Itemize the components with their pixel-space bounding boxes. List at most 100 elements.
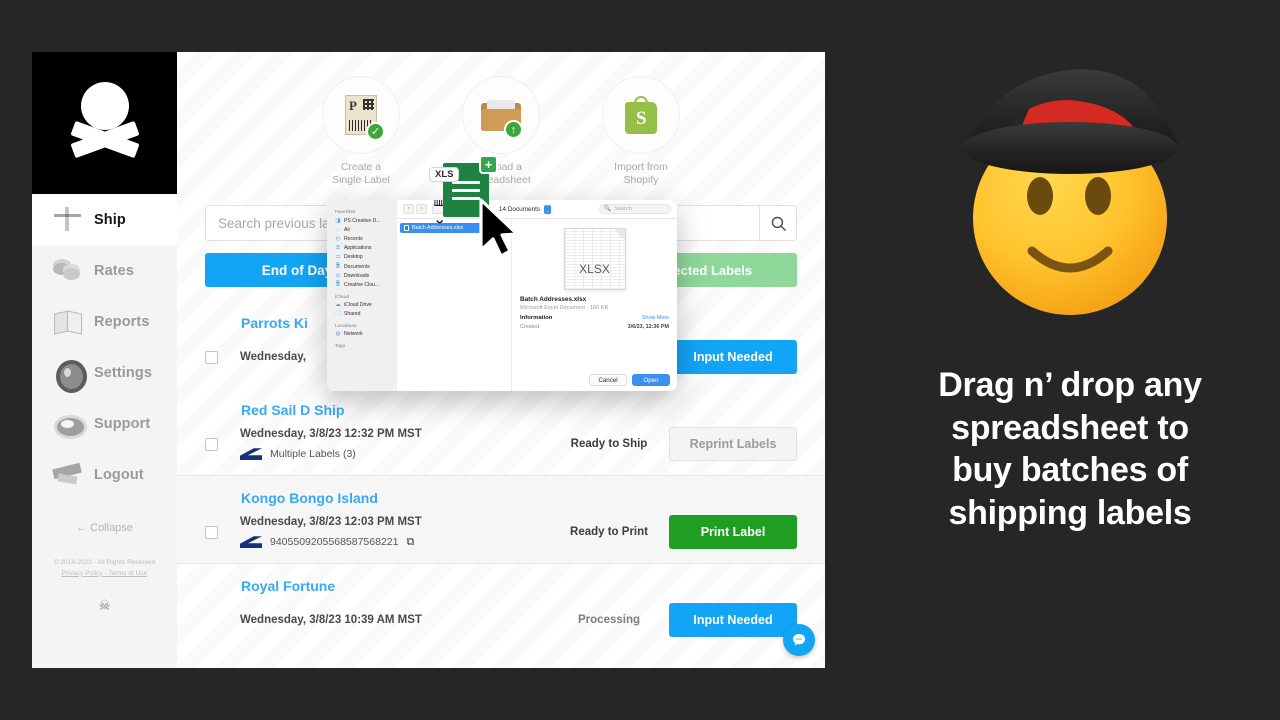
sidebar-item-label: iCloud Drive (344, 302, 372, 309)
copy-tracking-icon[interactable]: ⧉ (406, 536, 414, 549)
shipment-tracking: 9405509205568587568221 (270, 536, 399, 549)
usps-logo-icon (240, 448, 262, 461)
table-row[interactable]: Kongo Bongo Island Wednesday, 3/8/23 12:… (177, 475, 825, 565)
shipment-status: Ready to Ship (570, 438, 648, 451)
sidebar-item-rates[interactable]: Rates (32, 245, 177, 296)
shipment-status: Ready to Print (570, 526, 648, 539)
sidebar-item-label: Creative Clou... (344, 281, 380, 288)
plus-badge-icon: + (479, 155, 498, 174)
sidebar-item-settings[interactable]: Settings (32, 347, 177, 398)
sidebar-item-label: Shared (344, 311, 361, 318)
sidebar-item-shared[interactable]: 🗀 Shared (332, 310, 397, 319)
xls-tag-label: XLS (429, 167, 460, 182)
sidebar-item-network[interactable]: ◍ Network (332, 330, 397, 339)
create-single-label-action[interactable]: P ✓ Create a Single Label (307, 76, 415, 187)
sidebar-item-label: PS Creative D... (344, 217, 381, 224)
sidebar-item-ps-creative[interactable]: ◨ PS Creative D... (332, 216, 397, 225)
quick-action-line1: Import from (614, 161, 668, 173)
sidebar-item-icloud-drive[interactable]: ☁ iCloud Drive (332, 301, 397, 310)
sidebar-item-desktop[interactable]: ▭ Desktop (332, 253, 397, 262)
row-checkbox[interactable] (205, 525, 218, 539)
cancel-button[interactable]: Cancel (589, 374, 627, 386)
app-sidebar: Ship Rates Reports Settings Support Logo… (32, 52, 177, 668)
information-heading: Information (520, 315, 553, 321)
shipping-label-icon: P ✓ (322, 76, 400, 154)
search-icon (771, 216, 786, 231)
life-ring-icon (52, 409, 87, 439)
sidebar-item-label: Desktop (344, 254, 363, 261)
pirate-smiley-emoji (940, 48, 1200, 338)
chevron-left-icon[interactable]: ‹ (403, 204, 414, 214)
input-needed-button[interactable]: Input Needed (669, 603, 797, 638)
chat-bubble-icon[interactable] (783, 624, 815, 656)
clock-icon: ◴ (335, 235, 341, 242)
input-needed-button[interactable]: Input Needed (669, 340, 797, 375)
sidebar-item-label: Recents (344, 235, 363, 242)
sidebar-item-documents[interactable]: 🗎 Documents (332, 262, 397, 271)
sidebar-item-recents[interactable]: ◴ Recents (332, 234, 397, 243)
network-icon: ◍ (335, 331, 341, 338)
row-checkbox[interactable] (205, 350, 218, 364)
headline-line-2: spreadsheet to (951, 408, 1189, 447)
quick-action-line2: Single Label (332, 174, 390, 187)
legal-links[interactable]: Privacy Policy - Terms of Use (32, 570, 177, 577)
sidebar-item-label: Applications (344, 245, 372, 252)
headline-line-1: Drag n’ drop any (938, 366, 1202, 404)
sidebar-item-label: Ship (94, 211, 126, 228)
xlsx-file-icon (404, 225, 409, 231)
promo-headline: Drag n’ drop any spreadsheet to buy batc… (938, 364, 1202, 534)
cloud-icon: ☁ (335, 302, 341, 309)
sidebar-item-downloads[interactable]: ⊙ Downloads (332, 271, 397, 280)
sidebar-item-reports[interactable]: Reports (32, 296, 177, 347)
sidebar-group-title: Locations (335, 322, 357, 328)
shipment-title[interactable]: Kongo Bongo Island (241, 490, 797, 506)
chevron-right-icon[interactable]: › (416, 204, 427, 214)
quick-action-line2: Shopify (623, 174, 659, 187)
reprint-labels-button[interactable]: Reprint Labels (669, 427, 797, 462)
sidebar-item-label: Support (94, 415, 151, 432)
sidebar-item-logout[interactable]: Logout (32, 449, 177, 500)
sidebar-item-ship[interactable]: Ship (32, 194, 177, 245)
thumbnail-label: XLSX (579, 262, 610, 276)
search-icon: 🔍 (604, 206, 611, 212)
shopify-bag-icon: S (602, 76, 680, 154)
file-dialog-actions: Cancel Open (589, 374, 670, 386)
table-row[interactable]: Red Sail D Ship Wednesday, 3/8/23 12:32 … (177, 388, 825, 475)
shipment-tracking: Multiple Labels (3) (270, 448, 356, 461)
shipment-title[interactable]: Red Sail D Ship (241, 402, 797, 418)
sidebar-item-label: Rates (94, 262, 134, 279)
row-checkbox[interactable] (205, 437, 218, 451)
box-icon (52, 205, 83, 234)
shipment-title[interactable]: Royal Fortune (241, 578, 797, 594)
coins-icon (52, 256, 83, 285)
show-more-link[interactable]: Show More (642, 315, 669, 321)
file-preview-pane: XLSX Batch Addresses.xlsx Microsoft Exce… (512, 219, 677, 391)
shipment-status: Processing (578, 614, 640, 627)
open-button[interactable]: Open (632, 374, 670, 386)
sidebar-item-label: Downloads (344, 272, 370, 279)
import-from-shopify-action[interactable]: S Import from Shopify (587, 76, 695, 187)
copyright-text: © 2014-2023 - All Rights Reserved (53, 559, 156, 566)
shipment-date: Wednesday, 3/8/23 10:39 AM MST (240, 614, 422, 627)
sidebar-item-label: Network (344, 331, 363, 338)
shipment-date: Wednesday, 3/8/23 12:03 PM MST (240, 515, 422, 528)
sidebar-item-applications[interactable]: ⌸ Applications (332, 244, 397, 253)
sidebar-item-air[interactable]: ◌ Air (332, 225, 397, 234)
search-button[interactable] (759, 205, 797, 242)
sidebar-footer: © 2014-2023 - All Rights Reserved Privac… (32, 557, 177, 614)
document-icon: 🗎 (335, 281, 341, 288)
shared-folder-icon: 🗀 (335, 310, 341, 317)
quick-action-label: Import from Shopify (587, 161, 695, 187)
table-row[interactable]: Royal Fortune Wednesday, 3/8/23 10:39 AM… (177, 564, 825, 651)
created-key: Created (520, 324, 540, 330)
sidebar-collapse-button[interactable]: ← Collapse (32, 522, 177, 534)
sidebar-item-creative-cloud[interactable]: 🗎 Creative Clou... (332, 280, 397, 289)
print-label-button[interactable]: Print Label (669, 515, 797, 550)
file-dialog-search-input[interactable]: 🔍 Search (599, 204, 671, 214)
sidebar-item-support[interactable]: Support (32, 398, 177, 449)
shipment-date: Wednesday, 3/8/23 12:32 PM MST (240, 428, 422, 441)
file-dialog-body: Batch Addresses.xlsx XLSX Batch Addresse… (397, 219, 677, 391)
sidebar-item-label: Documents (344, 263, 370, 270)
search-placeholder: Search (613, 206, 632, 212)
nav-buttons: ‹ › (403, 204, 427, 214)
